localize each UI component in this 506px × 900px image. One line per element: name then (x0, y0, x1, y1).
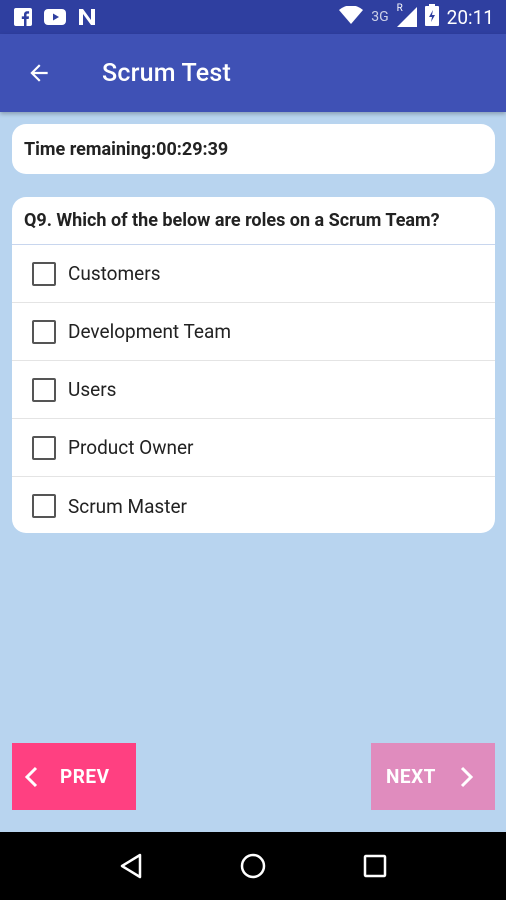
system-home-button[interactable] (233, 846, 273, 886)
option-users[interactable]: Users (12, 361, 495, 419)
clock: 20:11 (446, 5, 494, 29)
youtube-icon (44, 8, 66, 26)
checkbox[interactable] (32, 377, 56, 402)
battery-icon (424, 3, 439, 31)
back-button[interactable] (0, 34, 78, 112)
prev-label: PREV (60, 765, 110, 788)
time-remaining: Time remaining:00:29:39 (24, 138, 229, 160)
status-notifications (12, 8, 98, 26)
network-type-label: 3G (371, 9, 389, 25)
checkbox[interactable] (32, 319, 56, 344)
question-text: Q9. Which of the below are roles on a Sc… (12, 197, 495, 245)
option-label: Development Team (68, 320, 231, 343)
next-button[interactable]: NEXT (371, 743, 495, 810)
system-back-button[interactable] (111, 846, 151, 886)
option-product-owner[interactable]: Product Owner (12, 419, 495, 477)
checkbox[interactable] (32, 494, 56, 518)
prev-button[interactable]: PREV (12, 743, 136, 810)
option-development-team[interactable]: Development Team (12, 303, 495, 361)
circle-home-icon (240, 853, 266, 879)
status-bar: 3G R 20:11 (0, 0, 506, 34)
checkbox[interactable] (32, 261, 56, 286)
app-bar: Scrum Test (0, 34, 506, 112)
chevron-left-icon (24, 766, 38, 787)
arrow-back-icon (30, 64, 48, 82)
answer-options: Customers Development Team Users Product… (12, 245, 495, 535)
chevron-right-icon (460, 766, 474, 787)
roaming-label: R (396, 3, 403, 14)
status-system: 3G R 20:11 (339, 3, 494, 31)
wifi-icon (339, 4, 364, 29)
option-label: Customers (68, 262, 161, 285)
checkbox[interactable] (32, 435, 56, 460)
option-label: Product Owner (68, 436, 194, 459)
option-customers[interactable]: Customers (12, 245, 495, 303)
option-label: Scrum Master (68, 494, 187, 518)
question-card: Q9. Which of the below are roles on a Sc… (12, 197, 495, 533)
next-label: NEXT (386, 765, 436, 788)
option-scrum-master[interactable]: Scrum Master (12, 477, 495, 535)
n-app-icon (76, 8, 98, 26)
square-recents-icon (363, 854, 387, 878)
facebook-icon (12, 8, 34, 26)
system-recents-button[interactable] (355, 846, 395, 886)
timer-card: Time remaining:00:29:39 (12, 124, 495, 174)
triangle-back-icon (120, 853, 142, 879)
signal-icon: R (396, 3, 417, 27)
page-title: Scrum Test (102, 58, 231, 88)
system-nav-bar (0, 832, 506, 900)
option-label: Users (68, 378, 117, 401)
